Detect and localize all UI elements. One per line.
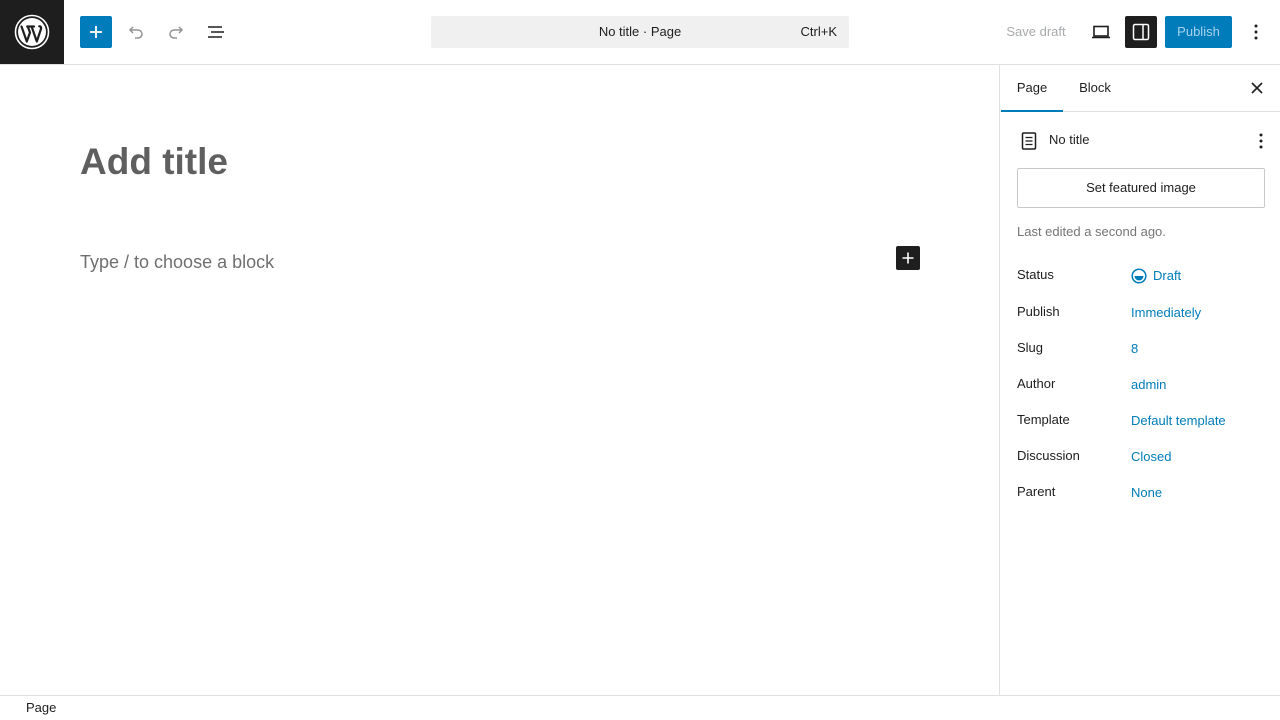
shortcut-hint: Ctrl+K	[800, 24, 837, 39]
redo-button[interactable]	[160, 16, 192, 48]
editor-header: No title · Page Ctrl+K Save draft Publis…	[0, 0, 1280, 65]
document-summary: No title	[1017, 129, 1265, 153]
parent-toggle[interactable]: None	[1131, 482, 1162, 504]
save-draft-button[interactable]: Save draft	[996, 16, 1076, 48]
list-view-icon	[208, 26, 224, 38]
tab-block[interactable]: Block	[1063, 65, 1127, 112]
wordpress-logo-button[interactable]	[0, 0, 64, 64]
last-edited-text: Last edited a second ago.	[1017, 224, 1166, 239]
options-menu-button[interactable]	[1240, 16, 1272, 48]
block-breadcrumb-bar: Page	[0, 695, 1280, 720]
meta-row-publish: Publish Immediately	[1017, 302, 1265, 326]
meta-row-template: Template Default template	[1017, 410, 1265, 434]
meta-row-slug: Slug 8	[1017, 338, 1265, 362]
discussion-toggle[interactable]: Closed	[1131, 446, 1171, 468]
breadcrumb-item[interactable]: Page	[26, 696, 56, 720]
command-palette-bar[interactable]: No title · Page Ctrl+K	[431, 16, 849, 48]
redo-icon	[169, 26, 184, 39]
sidebar-icon	[1132, 23, 1150, 41]
close-sidebar-button[interactable]	[1245, 76, 1269, 100]
block-editor: No title · Page Ctrl+K Save draft Publis…	[0, 0, 1280, 720]
publish-button[interactable]: Publish	[1165, 16, 1232, 48]
slug-toggle[interactable]: 8	[1131, 338, 1138, 360]
editor-canvas: Add title Type / to choose a block	[0, 65, 999, 695]
meta-label: Status	[1017, 267, 1054, 282]
status-value: Draft	[1153, 268, 1182, 283]
document-overview-button[interactable]	[200, 16, 232, 48]
default-block-appender[interactable]: Type / to choose a block	[80, 250, 274, 274]
sidebar-tabs: Page Block	[1000, 65, 1280, 112]
preview-button[interactable]	[1085, 16, 1117, 48]
undo-button[interactable]	[120, 16, 152, 48]
set-featured-image-button[interactable]: Set featured image	[1017, 168, 1265, 208]
plus-icon	[902, 252, 914, 264]
more-vertical-icon	[1259, 133, 1263, 149]
settings-button[interactable]	[1125, 16, 1157, 48]
page-icon	[1017, 129, 1041, 153]
settings-sidebar: Page Block No title Set featured image L…	[999, 65, 1280, 695]
meta-label: Parent	[1017, 484, 1056, 499]
inline-block-inserter[interactable]	[896, 246, 920, 270]
undo-icon	[128, 26, 143, 39]
meta-label: Discussion	[1017, 448, 1080, 463]
close-icon	[1251, 82, 1263, 94]
document-actions-button[interactable]	[1249, 129, 1273, 153]
draft-icon	[1131, 268, 1147, 284]
block-inserter-toggle[interactable]	[80, 16, 112, 48]
meta-label: Author	[1017, 376, 1056, 391]
meta-label: Publish	[1017, 304, 1060, 319]
meta-row-status: Status Draft	[1017, 265, 1265, 289]
meta-label: Slug	[1017, 340, 1044, 355]
status-toggle[interactable]: Draft	[1131, 265, 1181, 287]
post-title-input[interactable]: Add title	[80, 139, 228, 185]
plus-icon	[90, 26, 102, 38]
meta-label: Template	[1017, 412, 1070, 427]
more-vertical-icon	[1254, 24, 1258, 40]
meta-row-parent: Parent None	[1017, 482, 1265, 506]
tab-page[interactable]: Page	[1001, 65, 1063, 112]
document-title-bar: No title · Page	[598, 24, 682, 39]
document-title: No title	[1049, 132, 1090, 147]
desktop-icon	[1092, 25, 1110, 39]
meta-row-author: Author admin	[1017, 374, 1265, 398]
publish-date-toggle[interactable]: Immediately	[1131, 302, 1201, 324]
meta-row-discussion: Discussion Closed	[1017, 446, 1265, 470]
author-toggle[interactable]: admin	[1131, 374, 1166, 396]
template-toggle[interactable]: Default template	[1131, 410, 1226, 432]
wordpress-icon	[14, 14, 50, 50]
